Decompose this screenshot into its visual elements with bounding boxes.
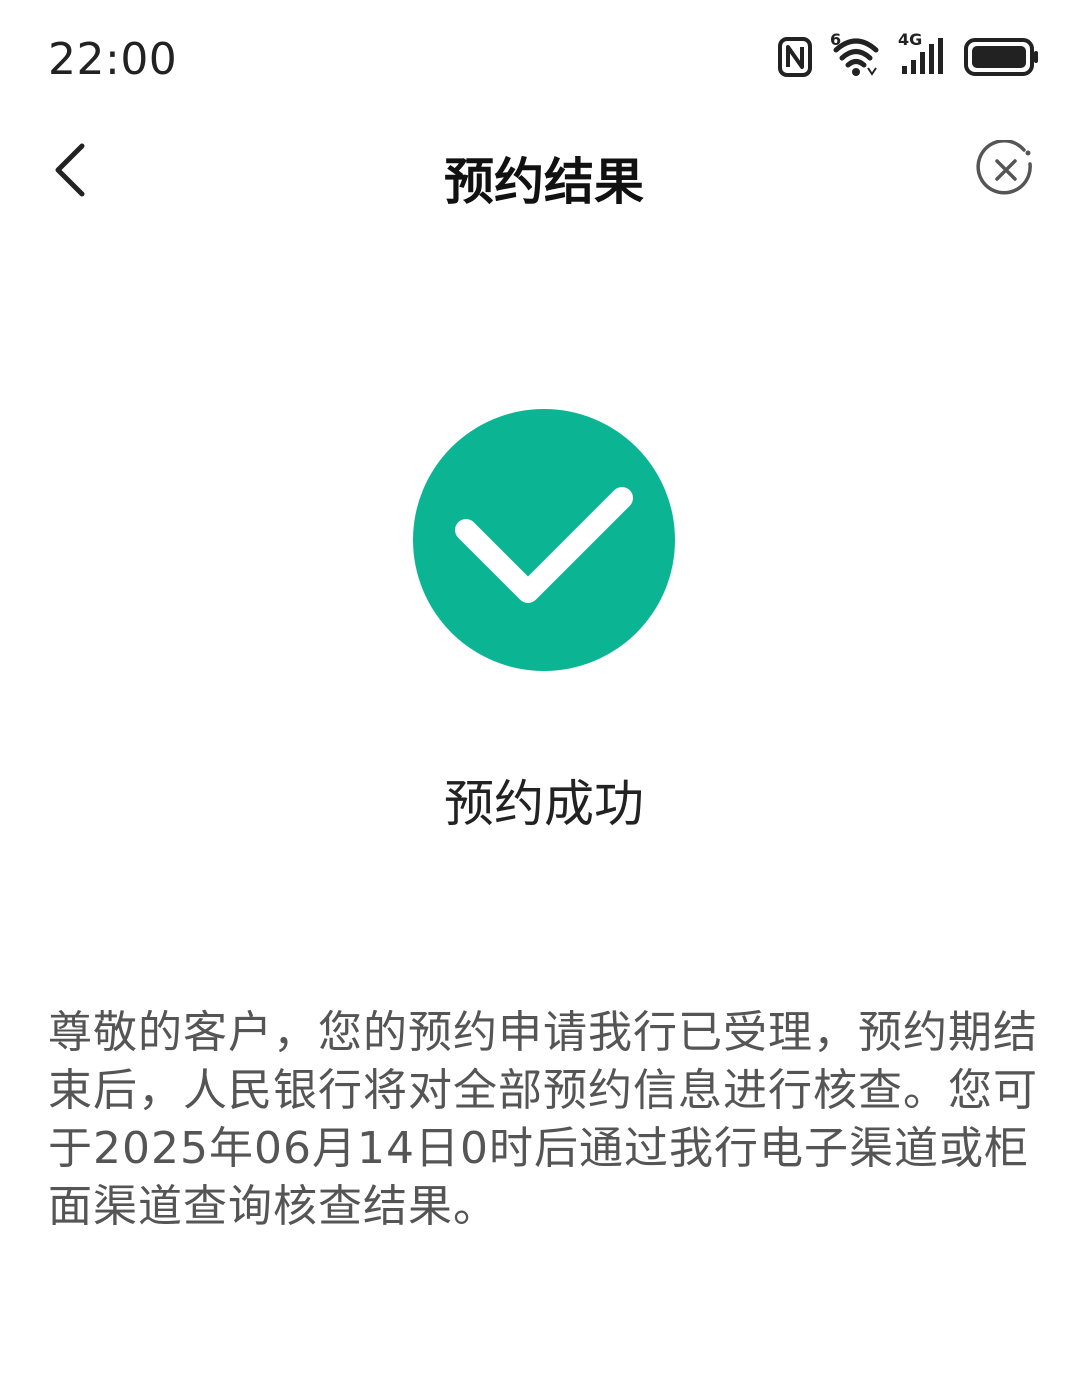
battery-icon <box>964 37 1040 77</box>
close-circle-icon <box>976 139 1036 204</box>
page-title: 预约结果 <box>444 153 644 211</box>
nfc-icon <box>778 37 812 77</box>
status-bar: 22:00 6 4G <box>0 0 1088 110</box>
wifi-icon: 6 <box>830 30 880 80</box>
status-icons: 6 4G <box>778 30 1040 80</box>
close-button[interactable] <box>974 139 1038 204</box>
signal-icon: 4G <box>898 30 946 80</box>
result-message: 尊敬的客户，您的预约申请我行已受理，预约期结束后，人民银行将对全部预约信息进行核… <box>48 1007 1038 1232</box>
nav-bar: 预约结果 <box>0 120 1088 230</box>
check-circle-icon <box>412 408 676 672</box>
result-title: 预约成功 <box>444 775 644 833</box>
status-time: 22:00 <box>48 34 178 85</box>
result-screen: 22:00 6 4G 预约结果 预约成功 尊敬的客户，您的预约申请我行已受理，预… <box>0 0 1088 1376</box>
